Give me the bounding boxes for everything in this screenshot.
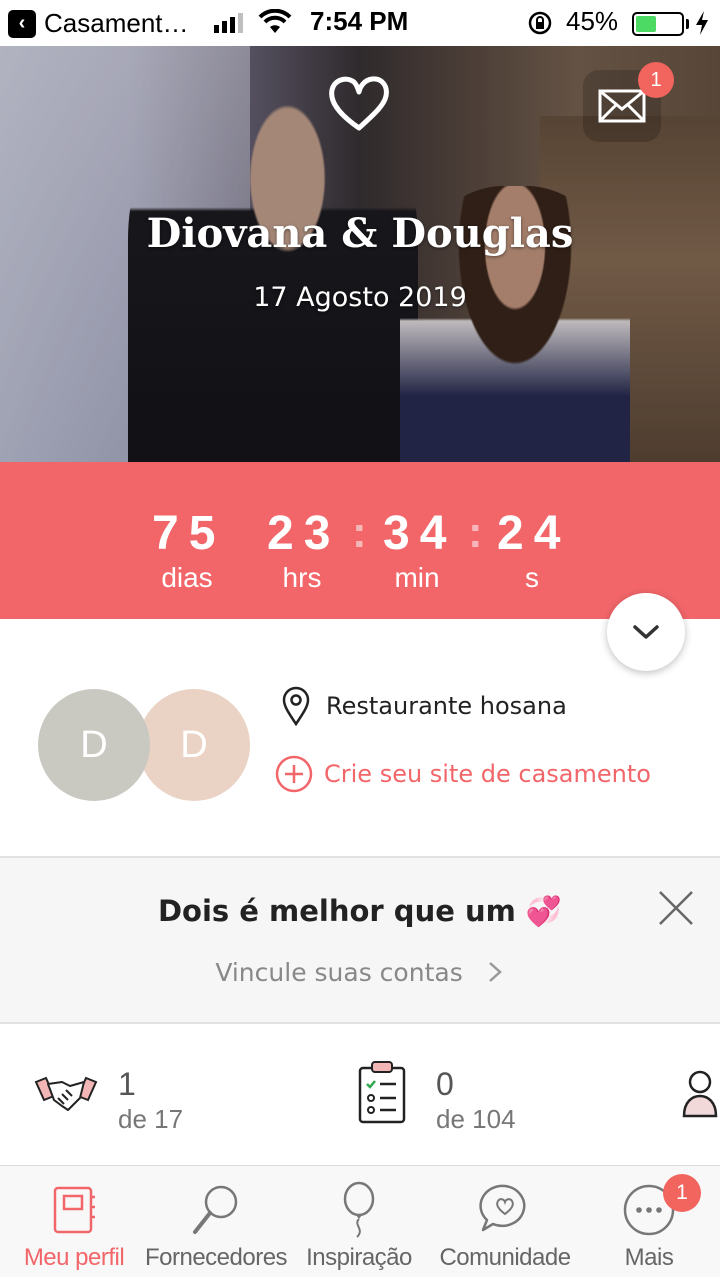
close-icon[interactable] (656, 888, 696, 928)
tab-label: Comunidade (439, 1244, 571, 1271)
avatar-user[interactable]: D (38, 689, 150, 801)
countdown-days-label: dias (161, 562, 213, 593)
chevron-down-icon (633, 625, 659, 639)
countdown-colon: : (468, 508, 483, 557)
back-to-app[interactable]: ‹ Casament… (8, 8, 189, 39)
link-accounts-label: Vincule suas contas (215, 958, 463, 987)
charging-bolt-icon (696, 11, 708, 35)
bottom-tab-bar: Meu perfil Fornecedores Inspiração Comun… (0, 1165, 720, 1277)
tab-comunidade[interactable]: Comunidade (434, 1166, 576, 1277)
countdown-colon: : (352, 508, 367, 557)
vendors-total: de 17 (118, 1104, 184, 1134)
tab-inspiracao[interactable]: Inspiração (292, 1166, 426, 1277)
countdown-hours: 23 (267, 507, 341, 560)
more-badge: 1 (663, 1174, 701, 1212)
tasks-total: de 104 (436, 1104, 516, 1134)
notebook-icon (53, 1186, 95, 1234)
couple-names: Diovana & Douglas (146, 210, 574, 257)
tab-label: Inspiração (306, 1244, 412, 1271)
link-banner-title: Dois é melhor que um 💞 (157, 894, 563, 928)
countdown-panel: 75 23 : 34 : 24 dias hrs min s (0, 462, 720, 619)
countdown-minutes-label: min (394, 562, 440, 593)
checklist-icon (358, 1061, 406, 1124)
venue-row[interactable]: Restaurante hosana (280, 686, 567, 726)
countdown-hours-label: hrs (282, 562, 322, 593)
create-site-label: Crie seu site de casamento (324, 760, 651, 788)
chevron-right-icon (488, 962, 502, 982)
tab-fornecedores[interactable]: Fornecedores (144, 1166, 288, 1277)
tab-label: Fornecedores (144, 1244, 288, 1271)
countdown-seconds: 24 (497, 507, 571, 560)
balloon-icon (343, 1181, 375, 1238)
status-time: 7:54 PM (310, 6, 409, 36)
heart-logo-icon (329, 76, 389, 131)
inbox-badge: 1 (638, 62, 674, 98)
mail-icon (598, 89, 646, 123)
countdown-seconds-label: s (525, 562, 539, 593)
plus-circle-icon (275, 755, 313, 793)
battery-percent: 45% (566, 6, 619, 36)
rotation-lock-icon (528, 11, 552, 35)
signal-icon (214, 13, 243, 33)
countdown-minutes: 34 (383, 507, 457, 560)
tab-label: Mais (624, 1244, 674, 1271)
tasks-count: 0 (436, 1066, 454, 1102)
wifi-icon (258, 9, 292, 33)
vendors-count: 1 (118, 1066, 136, 1102)
handshake-icon (34, 1076, 98, 1111)
battery-icon (632, 12, 684, 36)
avatar-partner[interactable]: D (138, 689, 250, 801)
countdown-days: 75 (152, 507, 226, 560)
battery-fill (636, 16, 656, 32)
tab-label: Meu perfil (23, 1244, 125, 1271)
expand-button[interactable] (607, 593, 685, 671)
wedding-date: 17 Agosto 2019 (253, 282, 467, 313)
back-arrow-icon: ‹ (8, 9, 36, 38)
link-accounts-link[interactable]: Vincule suas contas (0, 958, 720, 987)
chat-heart-icon (479, 1184, 526, 1232)
magnifier-icon (193, 1185, 238, 1234)
back-app-label: Casament… (44, 8, 189, 38)
battery-tip (686, 19, 689, 29)
link-accounts-banner: Dois é melhor que um 💞 Vincule suas cont… (0, 856, 720, 1024)
location-pin-icon (282, 686, 310, 726)
countdown-wave (0, 461, 720, 481)
status-bar: ‹ Casament… 7:54 PM 45% (0, 0, 720, 46)
guests-icon (682, 1070, 718, 1118)
tab-meu-perfil[interactable]: Meu perfil (4, 1166, 144, 1277)
venue-name: Restaurante hosana (326, 692, 567, 720)
create-site-link[interactable]: Crie seu site de casamento (274, 754, 651, 794)
